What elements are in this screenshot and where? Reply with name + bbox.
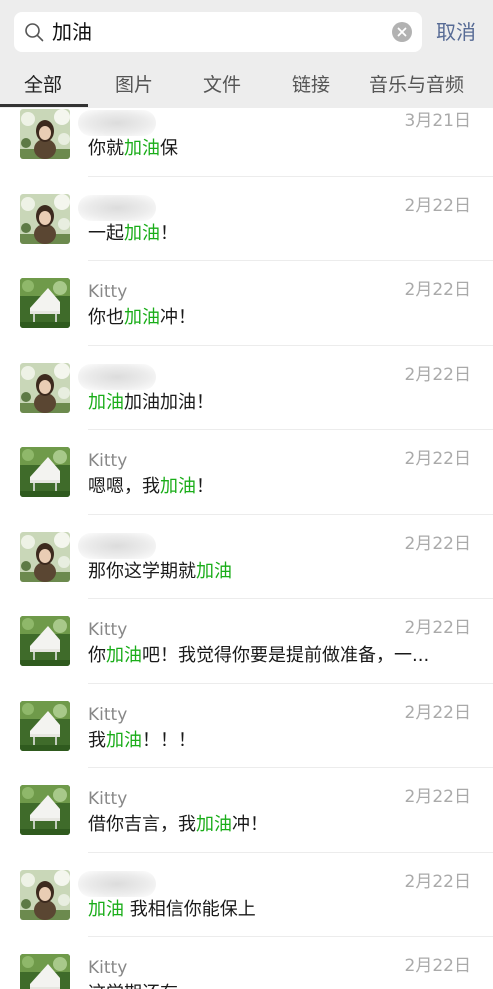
message-date: 2月22日: [404, 956, 471, 976]
snippet-text: 你就: [88, 138, 124, 159]
keyword-highlight: 加油: [106, 645, 142, 666]
search-query: 加油: [52, 20, 92, 44]
keyword-highlight: 加油: [88, 898, 124, 920]
sender-name: Kitty: [88, 282, 128, 302]
avatar: [20, 869, 70, 920]
keyword-highlight: 加油: [106, 729, 142, 751]
keyword-highlight: 加油: [88, 391, 124, 413]
blurred-sender-name: [78, 870, 156, 897]
tab-files[interactable]: 文件: [203, 72, 241, 98]
result-row[interactable]: 2月22日那你这学期就加油: [0, 515, 493, 599]
filter-tabs: 全部 图片 文件 链接 音乐与音频: [0, 64, 493, 108]
message-snippet: 你也加油冲！: [88, 306, 196, 330]
snippet-text: 那你这学期就: [88, 560, 196, 582]
tab-all[interactable]: 全部: [24, 72, 62, 98]
keyword-highlight: 加油: [124, 138, 160, 159]
avatar: [20, 447, 70, 497]
message-snippet: 加油 我相信你能保上: [88, 898, 256, 922]
message-snippet: 加油加油加油！: [88, 391, 214, 415]
snippet-text: 我: [88, 729, 106, 751]
result-row[interactable]: Kitty 2月22日借你吉言，我加油冲！: [0, 768, 493, 853]
search-icon: [25, 23, 44, 42]
clear-icon[interactable]: [392, 22, 412, 42]
cancel-button[interactable]: 取消: [436, 18, 476, 46]
message-date: 3月21日: [404, 111, 471, 131]
blurred-sender-name: [78, 532, 156, 559]
message-date: 2月22日: [404, 195, 471, 216]
result-row[interactable]: 2月22日一起加油！: [0, 177, 493, 261]
snippet-text: 加油加油！: [124, 391, 214, 413]
message-date: 2月22日: [404, 364, 471, 385]
avatar: [20, 193, 70, 244]
message-date: 2月22日: [404, 702, 471, 723]
snippet-text: 冲！: [160, 307, 196, 328]
avatar: [20, 362, 70, 413]
snippet-text: ！: [160, 222, 178, 244]
message-snippet: 一起加油！: [88, 222, 178, 246]
snippet-text: 保: [160, 138, 178, 159]
result-row[interactable]: 3月21日你就加油保: [0, 108, 493, 177]
result-row[interactable]: Kitty 2月22日我加油！！！: [0, 684, 493, 768]
avatar: [20, 785, 70, 835]
keyword-highlight: 加油: [124, 307, 160, 328]
message-snippet: 嗯嗯，我加油！: [88, 475, 214, 499]
message-snippet: 这学期还有: [88, 982, 178, 989]
blurred-sender-name: [78, 363, 156, 390]
avatar: [20, 616, 70, 666]
snippet-text: 借你吉言，我: [88, 814, 196, 835]
result-row[interactable]: Kitty 2月22日这学期还有: [0, 937, 493, 989]
sender-name: Kitty: [88, 704, 128, 725]
avatar: [20, 278, 70, 328]
blurred-sender-name: [78, 194, 156, 221]
result-row[interactable]: 2月22日加油加油加油！: [0, 346, 493, 430]
blurred-sender-name: [78, 110, 156, 136]
avatar: [20, 109, 70, 159]
result-row[interactable]: Kitty 2月22日嗯嗯，我加油！: [0, 430, 493, 515]
avatar: [20, 700, 70, 751]
sender-name: Kitty: [88, 620, 128, 640]
keyword-highlight: 加油: [196, 814, 232, 835]
keyword-highlight: 加油: [124, 222, 160, 244]
snippet-text: 我相信你能保上: [124, 898, 256, 920]
message-snippet: 我加油！！！: [88, 729, 196, 753]
message-date: 2月22日: [404, 871, 471, 892]
tab-music-audio[interactable]: 音乐与音频: [369, 72, 464, 98]
search-input[interactable]: 加油: [14, 12, 422, 52]
result-row[interactable]: Kitty 2月22日你也加油冲！: [0, 261, 493, 346]
snippet-text: 这学期还有: [88, 983, 178, 989]
message-snippet: 你就加油保: [88, 137, 178, 161]
message-snippet: 借你吉言，我加油冲！: [88, 813, 268, 837]
result-row[interactable]: 2月22日加油 我相信你能保上: [0, 853, 493, 937]
snippet-text: 吧！我觉得你要是提前做准备，一...: [142, 645, 430, 666]
message-snippet: 你加油吧！我觉得你要是提前做准备，一...: [88, 644, 429, 668]
message-date: 2月22日: [404, 787, 471, 807]
message-date: 2月22日: [404, 618, 471, 638]
keyword-highlight: 加油: [196, 560, 232, 582]
tab-images[interactable]: 图片: [115, 72, 153, 98]
message-date: 2月22日: [404, 280, 471, 300]
sender-name: Kitty: [88, 451, 128, 471]
sender-name: Kitty: [88, 789, 128, 809]
result-row[interactable]: Kitty 2月22日你加油吧！我觉得你要是提前做准备，一...: [0, 599, 493, 684]
keyword-highlight: 加油: [160, 476, 196, 497]
active-tab-indicator: [0, 104, 88, 107]
snippet-text: 一起: [88, 222, 124, 244]
message-date: 2月22日: [404, 533, 471, 554]
snippet-text: 你: [88, 645, 106, 666]
snippet-text: 你也: [88, 307, 124, 328]
message-date: 2月22日: [404, 449, 471, 469]
snippet-text: 嗯嗯，我: [88, 476, 160, 497]
snippet-text: ！！！: [142, 729, 196, 751]
snippet-text: 冲！: [232, 814, 268, 835]
avatar: [20, 531, 70, 582]
snippet-text: ！: [196, 476, 214, 497]
search-results-list[interactable]: 3月21日 你就加油保 2月22日 一起加油！ Kitty 2月22日 你也加油冲！ 2月22…: [0, 108, 493, 989]
tab-links[interactable]: 链接: [292, 72, 330, 98]
sender-name: Kitty: [88, 958, 128, 978]
avatar: [20, 954, 70, 989]
search-header: 加油 取消 全部 图片 文件 链接 音乐与音频: [0, 0, 493, 108]
message-snippet: 那你这学期就加油: [88, 560, 232, 584]
